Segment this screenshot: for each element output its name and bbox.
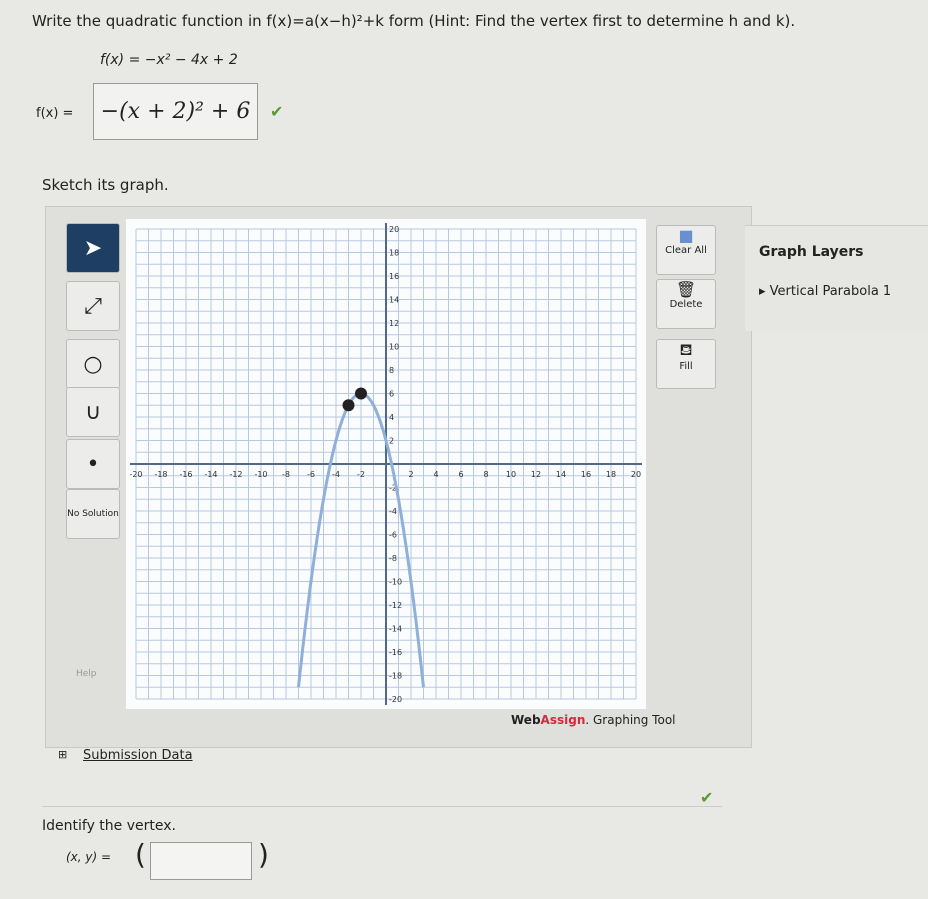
x-tick-label: -10: [254, 470, 267, 479]
trash-icon: 🗑: [675, 280, 697, 299]
line-tool[interactable]: ⤢: [66, 281, 120, 331]
y-tick-label: -16: [389, 648, 402, 657]
graph-layers-title: Graph Layers: [759, 244, 864, 260]
expand-icon[interactable]: ⊞: [58, 748, 67, 761]
x-tick-label: -8: [282, 470, 290, 479]
graph-layers-panel: Graph Layers ▸ Vertical Parabola 1: [745, 225, 928, 331]
circle-tool[interactable]: ○: [66, 339, 120, 389]
y-tick-label: 6: [389, 390, 394, 399]
graphing-tool: ➤ ⤢ ○ ∪ • No Solution Help -20 -18 -16 -14-…: [45, 206, 752, 748]
x-tick-label: 16: [581, 470, 591, 479]
y-tick-label: 4: [389, 413, 394, 422]
parabola-point: [355, 387, 367, 400]
x-tick-label: 2: [408, 470, 413, 479]
x-tick-label: 20: [631, 470, 641, 479]
y-tick-label: 10: [389, 343, 399, 352]
vertex-input[interactable]: [150, 842, 252, 880]
y-tick-label: 20: [389, 225, 399, 234]
brand-web: Web: [511, 713, 541, 727]
y-tick-label: -4: [389, 507, 397, 516]
x-tick-label: -12: [229, 470, 242, 479]
parabola-tool[interactable]: ∪: [66, 387, 120, 437]
x-tick-label: -14: [204, 470, 217, 479]
y-tick-label: -14: [389, 625, 402, 634]
check-icon: ✔: [700, 788, 714, 807]
x-tick-label: -18: [154, 470, 167, 479]
x-tick-label: 6: [458, 470, 463, 479]
y-tick-label: 12: [389, 319, 399, 328]
y-tick-label: 14: [389, 296, 399, 305]
answer-field[interactable]: −(x + 2)² + 6: [93, 83, 258, 140]
delete-button[interactable]: 🗑 Delete: [656, 279, 716, 329]
select-icon: ➤: [83, 235, 103, 261]
clear-all-label: Clear All: [665, 245, 707, 256]
divider: [42, 806, 722, 807]
x-tick-label: 10: [506, 470, 516, 479]
x-tick-label: 4: [433, 470, 438, 479]
y-tick-label: 18: [389, 249, 399, 258]
help-link[interactable]: Help: [76, 669, 97, 679]
close-paren: ): [258, 838, 269, 871]
check-icon: ✔: [270, 102, 284, 121]
fill-icon: ⛾: [679, 340, 693, 359]
vertex-prompt: Identify the vertex.: [42, 818, 176, 834]
x-tick-label: 18: [606, 470, 616, 479]
fill-label: Fill: [679, 361, 693, 372]
vertex-label: (x, y) =: [66, 850, 112, 864]
y-tick-label: -8: [389, 554, 397, 563]
brand-assign: Assign: [540, 713, 586, 727]
question-prompt: Write the quadratic function in f(x)=a(x…: [32, 12, 796, 30]
brand-suffix: . Graphing Tool: [585, 713, 676, 727]
parabola-point: [342, 399, 355, 412]
x-tick-label: -16: [179, 470, 192, 479]
no-solution-button[interactable]: No Solution: [66, 489, 120, 539]
line-icon: ⤢: [84, 293, 102, 319]
clear-all-button[interactable]: ■ Clear All: [656, 225, 716, 275]
y-tick-label: 16: [389, 272, 399, 281]
y-tick-label: -18: [389, 672, 402, 681]
y-tick-label: -20: [389, 695, 402, 704]
y-tick-label: 2: [389, 437, 394, 446]
x-tick-label: -20: [129, 470, 142, 479]
fill-button[interactable]: ⛾ Fill: [656, 339, 716, 389]
x-tick-label: -2: [357, 470, 365, 479]
point-tool[interactable]: •: [66, 439, 120, 489]
webassign-brand: WebAssign. Graphing Tool: [511, 713, 676, 727]
delete-label: Delete: [669, 299, 703, 310]
y-tick-label: 8: [389, 366, 394, 375]
graph-canvas[interactable]: -20 -18 -16 -14 -12 -10 -8 -6 -4 -2 2 4 6 8 10 12 14 16 18…: [126, 219, 646, 709]
given-function: f(x) = −x² − 4x + 2: [100, 52, 238, 68]
y-tick-label: -12: [389, 601, 402, 610]
select-tool[interactable]: ➤: [66, 223, 120, 273]
parabola-icon: ∪: [84, 399, 102, 425]
layer-item[interactable]: ▸ Vertical Parabola 1: [759, 284, 928, 299]
y-tick-label: -10: [389, 578, 402, 587]
answer-label: f(x) =: [36, 106, 74, 121]
clear-icon: ■: [678, 226, 694, 245]
x-tick-label: -4: [332, 470, 340, 479]
layer-label: Vertical Parabola 1: [769, 284, 892, 299]
sketch-label: Sketch its graph.: [42, 176, 169, 194]
x-tick-label: 12: [531, 470, 541, 479]
y-tick-label: -6: [389, 531, 397, 540]
x-tick-label: -6: [307, 470, 315, 479]
circle-icon: ○: [83, 351, 103, 377]
x-tick-label: 14: [556, 470, 566, 479]
point-icon: •: [86, 451, 100, 477]
open-paren: (: [135, 838, 146, 871]
x-tick-label: 8: [483, 470, 488, 479]
submission-data-link[interactable]: Submission Data: [83, 748, 193, 763]
